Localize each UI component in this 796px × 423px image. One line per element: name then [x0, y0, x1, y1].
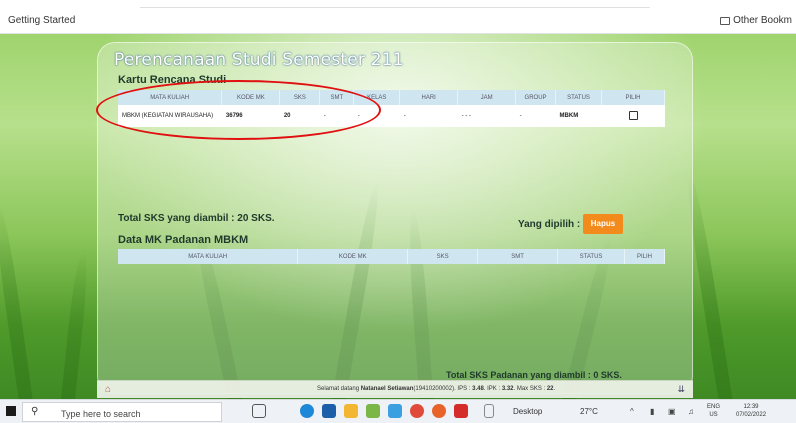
battery-icon[interactable]: ▮: [650, 407, 654, 416]
cell-status: MBKM: [555, 105, 602, 127]
col-header-group: GROUP: [515, 90, 557, 105]
page-content: Perencanaan Studi Semester 211 Kartu Ren…: [0, 34, 796, 399]
welcome-suffix: (19410200002). IPS :: [413, 386, 473, 392]
bookmarks-bar: Getting Started Other Bookm: [0, 0, 796, 34]
cell-hari: -: [399, 105, 458, 127]
clock[interactable]: 12:39 07/02/2022: [736, 403, 766, 419]
col-header-hari: HARI: [399, 90, 459, 105]
app-icon[interactable]: [366, 404, 380, 418]
krs-table: MATA KULIAH KODE MK SKS SMT KELAS HARI J…: [118, 90, 665, 127]
col-header-mata-kuliah: MATA KULIAH: [118, 90, 223, 105]
hapus-button[interactable]: Hapus: [583, 214, 623, 234]
col-header-smt: SMT: [319, 90, 355, 105]
lang-code: ENG: [707, 404, 721, 410]
task-view-icon[interactable]: [252, 404, 266, 418]
welcome-text: Selamat datang Natanael Setiawan(1941020…: [317, 386, 555, 392]
search-icon: ⚲: [31, 406, 39, 417]
taskbar-search[interactable]: ⚲ Type here to search: [22, 402, 222, 422]
cell-mata-kuliah: MBKM (KEGIATAN WIRAUSAHA): [118, 105, 222, 127]
padanan-header-row: MATA KULIAH KODE MK SKS SMT STATUS PILIH: [118, 249, 666, 264]
chrome-icon[interactable]: [410, 404, 424, 418]
acrobat-icon[interactable]: [454, 404, 468, 418]
bookmark-other-folder[interactable]: Other Bookm: [720, 15, 792, 26]
padanan-table: MATA KULIAH KODE MK SKS SMT STATUS PILIH: [118, 249, 666, 264]
max-sks-label: . Max SKS :: [513, 386, 547, 392]
lang-region: US: [709, 412, 718, 418]
ipk-value: 3.32: [501, 386, 514, 392]
col-header-sks: SKS: [407, 249, 479, 264]
col-header-mata-kuliah: MATA KULIAH: [118, 249, 299, 264]
cell-smt: -: [319, 105, 354, 127]
language-indicator[interactable]: ENG US: [707, 403, 720, 419]
clock-date: 07/02/2022: [736, 412, 767, 418]
chevron-up-icon[interactable]: [484, 404, 494, 418]
cell-sks: 20: [279, 105, 320, 127]
mail-icon[interactable]: [322, 404, 336, 418]
folder-icon: [720, 16, 731, 25]
grass-decoration: [0, 200, 34, 399]
grass-decoration: [60, 249, 91, 399]
search-placeholder: Type here to search: [61, 409, 141, 419]
ips-value: 3.48: [472, 386, 484, 392]
address-bar-edge: [140, 0, 650, 8]
chevron-down-icon[interactable]: ⇊: [677, 384, 685, 395]
desktop-toolbar-label[interactable]: Desktop: [513, 407, 542, 416]
table-row: MBKM (KEGIATAN WIRAUSAHA) 36796 20 - - -…: [118, 105, 665, 127]
col-header-jam: JAM: [457, 90, 517, 105]
padanan-section-title: Data MK Padanan MBKM: [118, 234, 249, 246]
yang-dipilih-label: Yang dipilih :: [518, 219, 581, 230]
col-header-status: STATUS: [557, 249, 625, 264]
total-padanan-text: Total SKS Padanan yang diambil : 0 SKS.: [446, 370, 622, 380]
cell-kode-mk: 36796: [221, 105, 280, 127]
col-header-kode-mk: KODE MK: [297, 249, 409, 264]
cell-group: -: [515, 105, 556, 127]
welcome-prefix: Selamat datang: [317, 386, 361, 392]
ipk-label: . IPK :: [483, 386, 502, 392]
cell-kelas: -: [353, 105, 400, 127]
krs-section-title: Kartu Rencana Studi: [118, 74, 227, 86]
edge-icon[interactable]: [300, 404, 314, 418]
col-header-smt: SMT: [477, 249, 559, 264]
cell-pilih: [601, 105, 665, 127]
welcome-end: .: [553, 386, 556, 392]
taskbar: ⚲ Type here to search Desktop 27°C ^ ▮ ▣…: [0, 399, 796, 423]
file-explorer-icon[interactable]: [344, 404, 358, 418]
pilih-checkbox[interactable]: [628, 110, 638, 120]
bookmark-getting-started[interactable]: Getting Started: [8, 15, 75, 26]
col-header-kode-mk: KODE MK: [221, 90, 281, 105]
home-icon[interactable]: ⌂: [105, 384, 117, 395]
col-header-pilih: PILIH: [624, 249, 666, 264]
col-header-status: STATUS: [555, 90, 602, 105]
col-header-kelas: KELAS: [353, 90, 401, 105]
tray-chevron-icon[interactable]: ^: [630, 407, 634, 416]
volume-icon[interactable]: ♫: [688, 407, 694, 416]
max-sks-value: 22: [546, 386, 554, 392]
user-name: Natanael Setiawan: [360, 386, 414, 392]
cell-jam: - - -: [457, 105, 516, 127]
status-bar: ⌂ Selamat datang Natanael Setiawan(19410…: [97, 380, 693, 398]
col-header-sks: SKS: [279, 90, 321, 105]
start-icon[interactable]: [6, 406, 16, 416]
krs-header-row: MATA KULIAH KODE MK SKS SMT KELAS HARI J…: [118, 90, 665, 105]
firefox-icon[interactable]: [432, 404, 446, 418]
page-title: Perencanaan Studi Semester 211: [114, 50, 404, 70]
network-icon[interactable]: ▣: [668, 407, 676, 416]
total-sks-text: Total SKS yang diambil : 20 SKS.: [118, 213, 275, 224]
col-header-pilih: PILIH: [601, 90, 665, 105]
photos-icon[interactable]: [388, 404, 402, 418]
weather-widget[interactable]: 27°C: [580, 407, 598, 416]
bookmark-other-label: Other Bookm: [733, 15, 792, 26]
clock-time: 12:39: [743, 404, 759, 410]
